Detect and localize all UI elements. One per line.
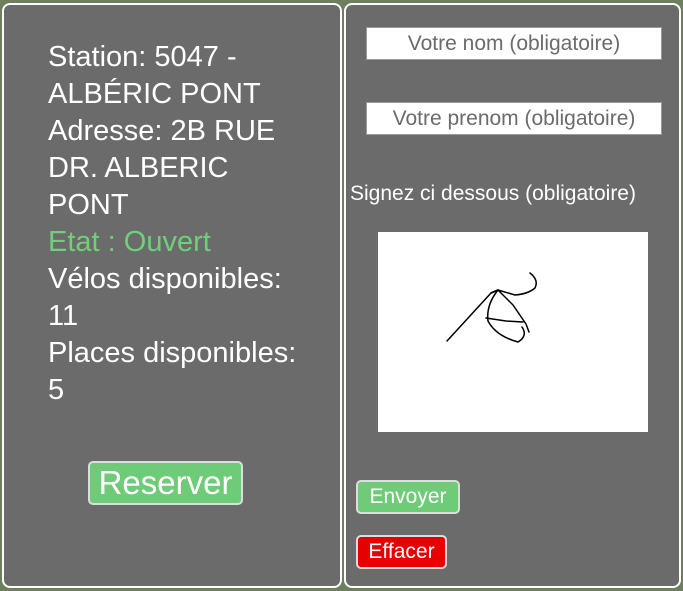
last-name-input[interactable]	[366, 27, 662, 60]
station-info-panel: Station: 5047 - ALBÉRIC PONT Adresse: 2B…	[2, 3, 342, 588]
clear-button[interactable]: Effacer	[356, 535, 447, 569]
signature-canvas[interactable]	[378, 232, 648, 432]
station-address-line-2: DR. ALBERIC	[48, 152, 229, 184]
station-name-line: ALBÉRIC PONT	[48, 78, 261, 110]
station-number-line: Station: 5047 -	[48, 41, 237, 73]
signature-drawing	[446, 272, 537, 343]
bikes-available-value: 11	[48, 300, 79, 332]
station-address-line: Adresse: 2B RUE	[48, 115, 276, 147]
station-address-line-3: PONT	[48, 189, 129, 221]
first-name-input[interactable]	[366, 102, 662, 135]
reservation-form-panel: Signez ci dessous (obligatoire) Envoyer …	[344, 3, 681, 588]
bikes-available-label: Vélos disponibles:	[48, 263, 282, 295]
send-button[interactable]: Envoyer	[356, 480, 460, 514]
places-available-label: Places disponibles:	[48, 337, 297, 369]
places-available-value: 5	[48, 374, 65, 406]
reserve-button[interactable]: Reserver	[88, 461, 243, 505]
signature-label: Signez ci dessous (obligatoire)	[350, 182, 636, 205]
station-status: Etat : Ouvert	[48, 226, 211, 258]
